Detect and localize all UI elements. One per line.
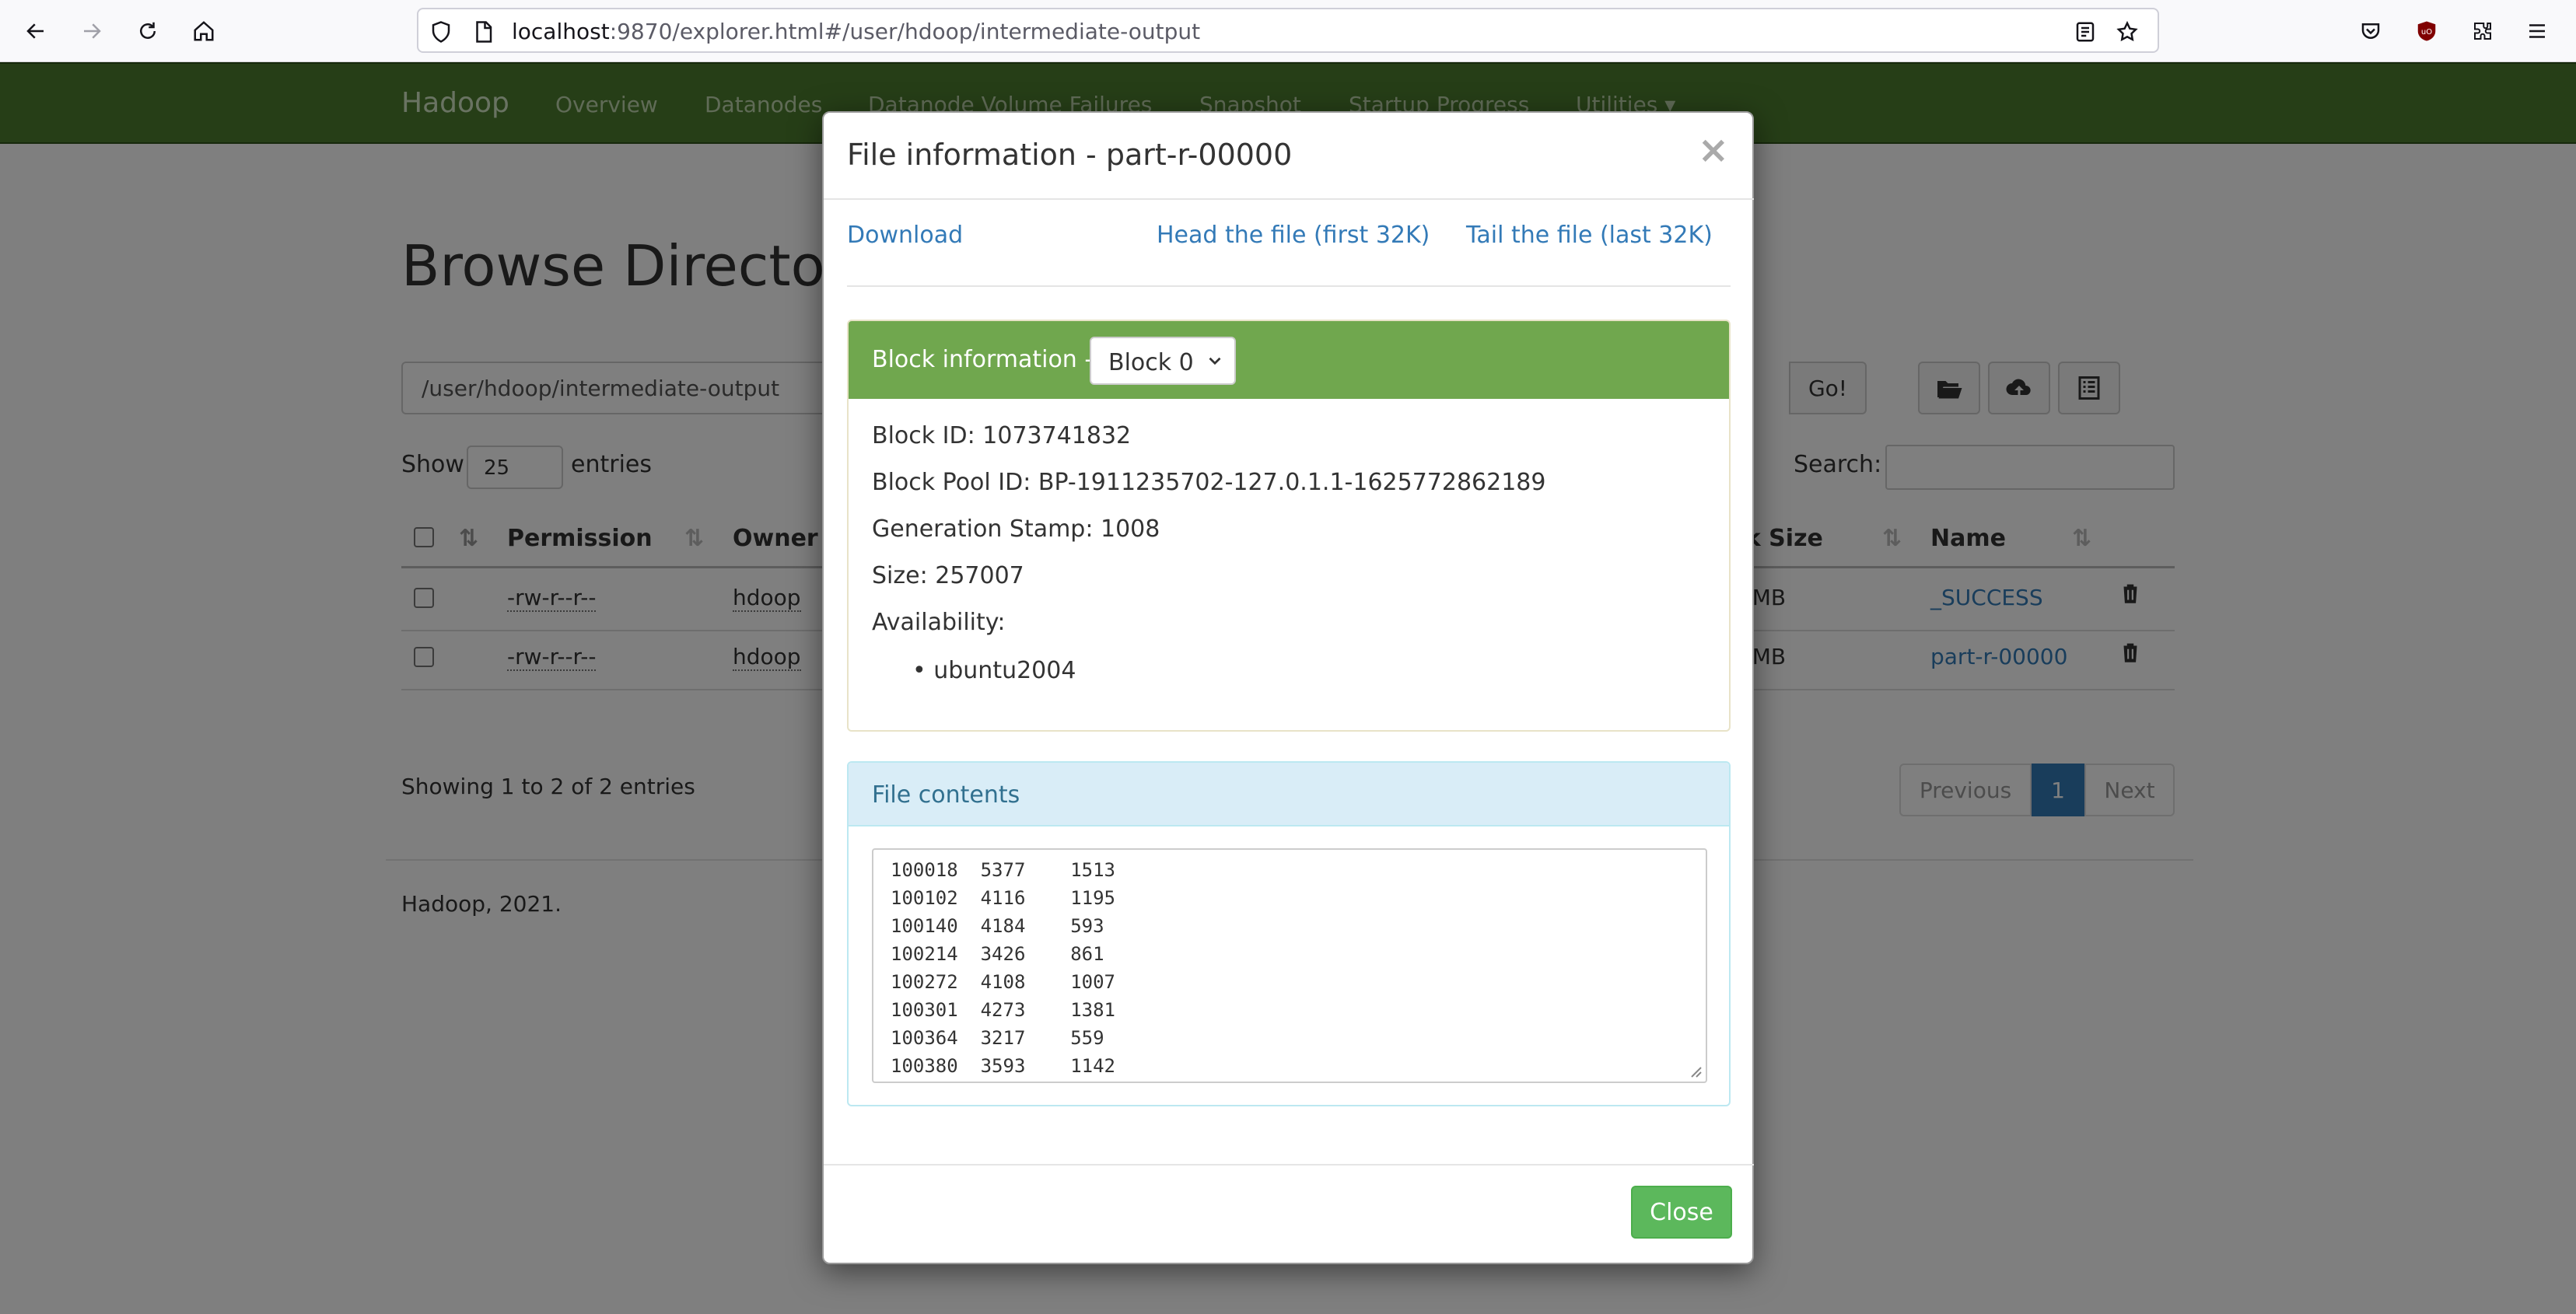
browser-toolbar: localhost:9870/explorer.html#/user/hdoop… bbox=[0, 0, 2576, 62]
ublock-icon[interactable]: uO bbox=[2410, 14, 2444, 48]
block-information-header: Block information -- Block 0 bbox=[849, 321, 1729, 399]
file-contents-line: 100380 3593 1142 bbox=[891, 1055, 1115, 1077]
pocket-icon[interactable] bbox=[2354, 14, 2388, 48]
block-size: Size: 257007 bbox=[872, 562, 1024, 589]
file-contents-label: File contents bbox=[872, 781, 1020, 809]
menu-icon[interactable] bbox=[2520, 14, 2554, 48]
block-pool-id: Block Pool ID: BP-1911235702-127.0.1.1-1… bbox=[872, 469, 1546, 496]
file-contents-line: 100272 4108 1007 bbox=[891, 971, 1115, 993]
file-contents-line: 100018 5377 1513 bbox=[891, 859, 1115, 881]
address-bar[interactable]: localhost:9870/explorer.html#/user/hdoop… bbox=[417, 8, 2159, 53]
file-contents-line: 100214 3426 861 bbox=[891, 943, 1104, 965]
modal-header-divider bbox=[824, 198, 1754, 200]
modal-title: File information - part-r-00000 bbox=[847, 138, 1293, 172]
availability-label: Availability: bbox=[872, 609, 1006, 636]
home-icon[interactable] bbox=[187, 14, 221, 48]
file-contents-line: 100364 3217 559 bbox=[891, 1027, 1104, 1049]
reader-view-icon[interactable] bbox=[2072, 19, 2098, 45]
links-divider bbox=[847, 285, 1731, 287]
block-information-panel: Block information -- Block 0 Block ID: 1… bbox=[847, 320, 1731, 732]
file-contents-line: 100102 4116 1195 bbox=[891, 887, 1115, 909]
chevron-down-icon bbox=[1209, 357, 1221, 365]
back-icon[interactable] bbox=[19, 14, 53, 48]
reload-icon[interactable] bbox=[131, 14, 165, 48]
extensions-icon[interactable] bbox=[2466, 14, 2500, 48]
forward-icon[interactable] bbox=[75, 14, 109, 48]
resize-handle-icon[interactable] bbox=[1687, 1063, 1703, 1078]
file-contents-panel: File contents 100018 5377 1513 100102 41… bbox=[847, 761, 1731, 1106]
file-contents-textarea[interactable]: 100018 5377 1513 100102 4116 1195 100140… bbox=[872, 848, 1707, 1083]
block-information-label: Block information -- bbox=[872, 346, 1102, 373]
download-link[interactable]: Download bbox=[847, 222, 963, 249]
close-button[interactable]: Close bbox=[1631, 1186, 1732, 1239]
svg-text:uO: uO bbox=[2421, 28, 2432, 37]
block-select[interactable]: Block 0 bbox=[1090, 337, 1236, 385]
file-contents-line: 100301 4273 1381 bbox=[891, 999, 1115, 1021]
page-info-icon[interactable] bbox=[470, 19, 496, 45]
bookmark-star-icon[interactable] bbox=[2114, 19, 2140, 45]
availability-node: • ubuntu2004 bbox=[912, 657, 1076, 684]
file-contents-header: File contents bbox=[849, 763, 1729, 826]
url-text: localhost:9870/explorer.html#/user/hdoop… bbox=[512, 19, 1201, 44]
tail-file-link[interactable]: Tail the file (last 32K) bbox=[1466, 222, 1713, 249]
file-contents-line: 100140 4184 593 bbox=[891, 915, 1104, 937]
block-id: Block ID: 1073741832 bbox=[872, 422, 1132, 449]
modal-footer-divider bbox=[824, 1164, 1754, 1165]
file-information-modal: File information - part-r-00000 × Downlo… bbox=[822, 111, 1754, 1264]
block-select-value: Block 0 bbox=[1108, 349, 1194, 376]
shield-icon[interactable] bbox=[428, 19, 454, 45]
close-icon[interactable]: × bbox=[1698, 128, 1729, 172]
generation-stamp: Generation Stamp: 1008 bbox=[872, 515, 1160, 543]
head-file-link[interactable]: Head the file (first 32K) bbox=[1157, 222, 1430, 249]
